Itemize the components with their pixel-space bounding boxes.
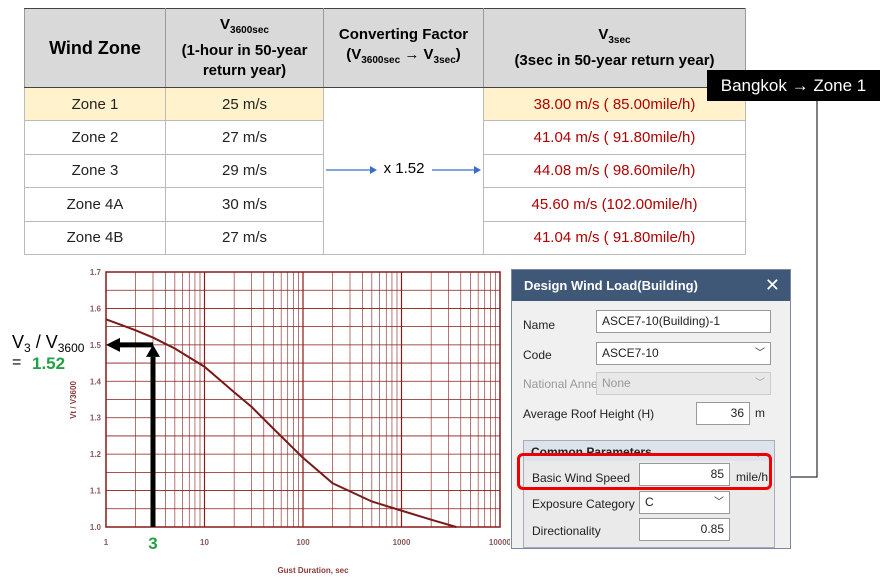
y-tick-label: 1.7	[90, 268, 102, 277]
v3600-cell: 27 m/s	[165, 120, 324, 155]
exposure-label: Exposure Category	[532, 497, 635, 511]
y-tick-label: 1.1	[90, 487, 102, 496]
equals-sign: =	[12, 354, 21, 371]
dialog-title-bar: Design Wind Load(Building) ✕	[512, 270, 790, 301]
zone-cell: Zone 4A	[24, 187, 166, 222]
y-tick-label: 1.3	[90, 414, 102, 423]
v3-cell: 41.04 m/s ( 91.80mile/h)	[483, 220, 746, 255]
v3600-cell: 25 m/s	[165, 86, 324, 122]
design-wind-load-dialog: Design Wind Load(Building) ✕ Name ASCE7-1…	[511, 269, 791, 549]
bangkok-callout: Bangkok → Zone 1	[707, 70, 880, 101]
code-select[interactable]: ASCE7-10 ﹀	[596, 342, 771, 365]
wind-speed-highlight	[517, 453, 772, 490]
close-icon[interactable]: ✕	[765, 270, 780, 301]
table-row: Zone 1 25 m/s 38.00 m/s ( 85.00mile/h)	[24, 86, 746, 255]
zone-cell: Zone 4B	[24, 220, 166, 255]
y-tick-label: 1.6	[90, 304, 102, 313]
factor-cell	[323, 87, 484, 255]
ratio-value: 1.52	[32, 354, 65, 373]
callout-connector	[790, 101, 818, 478]
code-label: Code	[523, 348, 552, 362]
chevron-down-icon: ﹀	[714, 497, 724, 508]
x-marker-label: 3	[148, 534, 157, 553]
x-axis-label: Gust Duration, sec	[277, 566, 349, 575]
directionality-label: Directionality	[532, 524, 601, 538]
name-input[interactable]: ASCE7-10(Building)-1	[596, 310, 771, 333]
v3600-cell: 29 m/s	[165, 153, 324, 189]
name-label: Name	[523, 318, 556, 332]
national-annex-label: National Annex	[523, 377, 604, 391]
roof-height-input[interactable]: 36	[696, 402, 750, 425]
zone-cell: Zone 2	[24, 120, 166, 155]
y-tick-label: 1.5	[90, 341, 102, 350]
y-tick-label: 1.4	[90, 377, 102, 386]
wind-zone-table: Wind Zone V3600sec (1-hour in 50-year ret…	[24, 8, 746, 255]
chevron-down-icon: ﹀	[755, 348, 765, 359]
exposure-select[interactable]: C ﹀	[639, 491, 730, 514]
v3600-cell: 27 m/s	[165, 220, 324, 255]
v3600-cell: 30 m/s	[165, 187, 324, 222]
directionality-input[interactable]: 0.85	[639, 518, 730, 541]
y-tick-label: 1.2	[90, 450, 102, 459]
x-tick-label: 100	[296, 538, 310, 547]
ratio-label: V3 / V3600	[12, 332, 85, 355]
dialog-title: Design Wind Load(Building)	[524, 278, 698, 293]
chevron-down-icon: ﹀	[755, 378, 765, 389]
y-axis-label: Vt / V3600	[69, 381, 78, 419]
roof-height-label: Average Roof Height (H)	[523, 407, 655, 421]
v3-cell: 45.60 m/s (102.00mile/h)	[483, 187, 746, 222]
x-tick-label: 1000	[393, 538, 411, 547]
x-tick-label: 10	[200, 538, 209, 547]
header-v3600: V3600sec (1-hour in 50-year return year)	[165, 8, 324, 88]
national-annex-select[interactable]: None ﹀	[596, 372, 771, 395]
v3-cell: 44.08 m/s ( 98.60mile/h)	[483, 153, 746, 189]
y-tick-label: 1.0	[90, 523, 102, 532]
zone-cell: Zone 3	[24, 153, 166, 189]
v3-cell: 41.04 m/s ( 91.80mile/h)	[483, 120, 746, 155]
gust-factor-chart: 1.0 1.1 1.2 1.3 1.4 1.5 1.6 1.7 1 10 100 1000 10000 G…	[12, 268, 510, 575]
zone-cell: Zone 1	[24, 86, 166, 122]
x-tick-label: 10000	[489, 538, 510, 547]
roof-height-unit: m	[755, 406, 765, 420]
x-tick-label: 1	[104, 538, 109, 547]
header-factor: Converting Factor (V3600sec → V3sec)	[323, 8, 484, 88]
header-wind-zone: Wind Zone	[24, 8, 166, 88]
